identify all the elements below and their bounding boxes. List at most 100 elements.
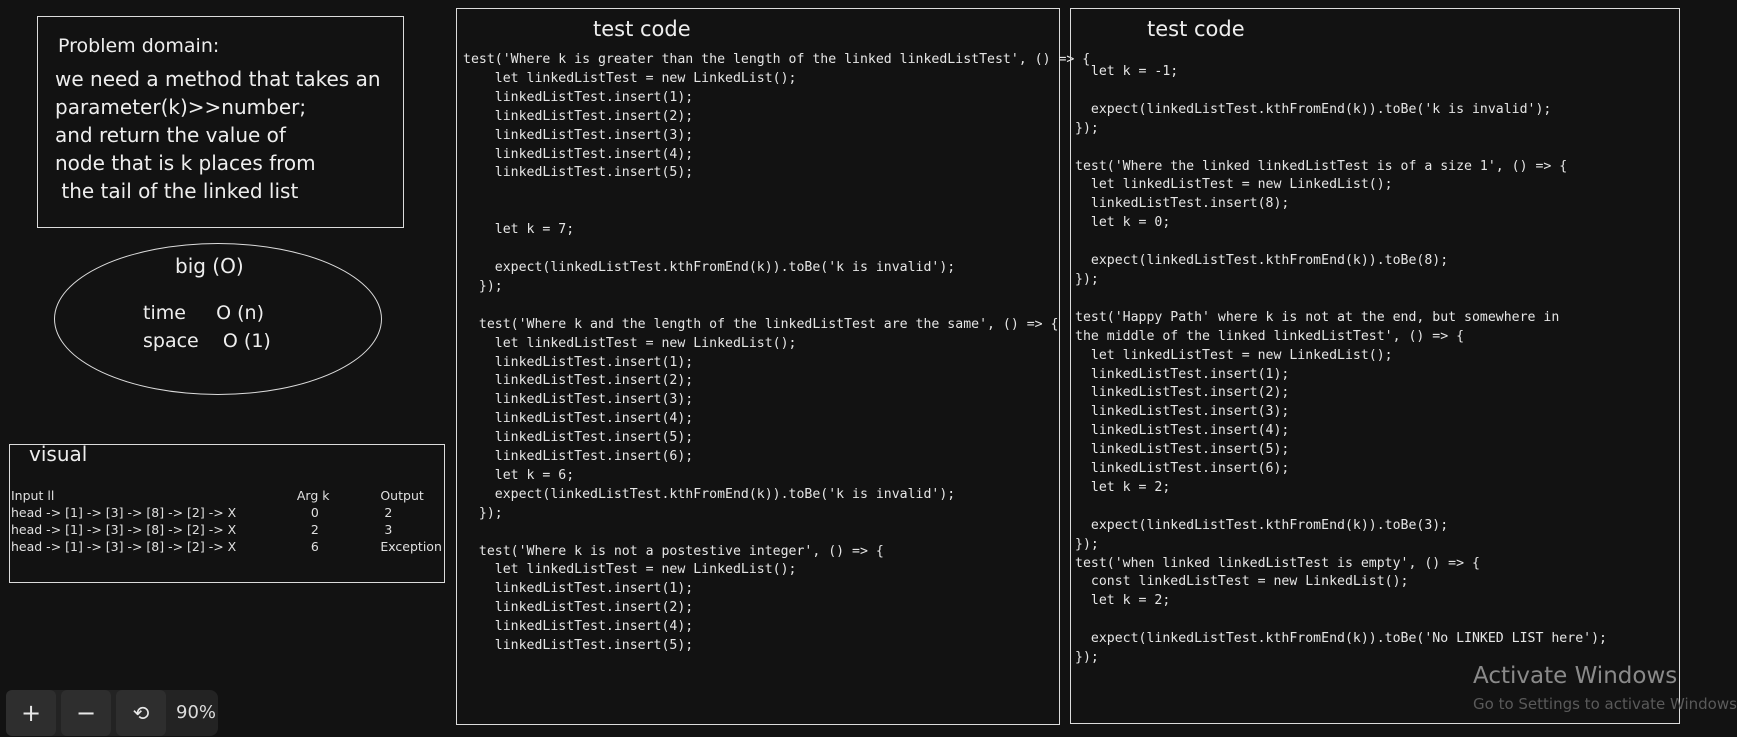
code-line: linkedListTest.insert(1); (463, 581, 694, 597)
code-line: let k = -1; (1075, 64, 1179, 79)
code-block-2: let k = -1; expect(linkedListTest.kthFro… (1075, 63, 1607, 668)
code-line: linkedListTest.insert(4); (463, 411, 694, 427)
code-line: test('when linked linkedListTest is empt… (1075, 555, 1480, 571)
code-line: let k = 2; (1075, 479, 1171, 495)
code-line: test('Where the linked linkedListTest is… (1075, 158, 1568, 174)
code-line: linkedListTest.insert(3); (1075, 404, 1290, 420)
code-line: test('Where k is not a postestive intege… (463, 543, 884, 559)
cell-arg: 2 (310, 522, 319, 537)
code-line: linkedListTest.insert(4); (463, 619, 694, 635)
cell-output: 3 (384, 522, 393, 537)
reset-zoom-button[interactable]: ⟲ (116, 690, 166, 736)
problem-line: the tail of the linked list (55, 179, 299, 203)
big-o-ellipse: big (O) time O (n) space O (1) (54, 243, 382, 395)
problem-domain-title: Problem domain: (58, 35, 220, 57)
table-header-row: Input ll Arg k Output (11, 487, 444, 504)
zoom-in-button[interactable]: + (6, 690, 56, 736)
activate-windows-sub: Go to Settings to activate Windows. (1473, 695, 1737, 713)
code-line: }); (463, 505, 503, 521)
code-line: }); (1075, 536, 1099, 552)
test-code-panel-2: test code let k = -1; expect(linkedListT… (1070, 8, 1680, 724)
cell-output: 2 (384, 505, 393, 520)
code-line: }); (1075, 120, 1099, 136)
code-line: let k = 6; (463, 467, 575, 483)
space-label: space (143, 330, 199, 352)
code-line: linkedListTest.insert(5); (463, 165, 694, 181)
code-line: linkedListTest.insert(2); (463, 108, 694, 124)
visual-box: visual Input ll Arg k Output head -> [1]… (9, 442, 445, 583)
code-line: expect(linkedListTest.kthFromEnd(k)).toB… (1075, 631, 1607, 647)
code-line: expect(linkedListTest.kthFromEnd(k)).toB… (463, 259, 956, 275)
code-line: let k = 0; (1075, 215, 1171, 231)
zoom-out-button[interactable]: − (61, 690, 111, 736)
problem-line: we need a method that takes an (55, 67, 381, 91)
cell-input: head -> [1] -> [3] -> [8] -> [2] -> X (11, 539, 237, 554)
code-line: test('Where k is greater than the length… (463, 52, 1091, 67)
table-row: head -> [1] -> [3] -> [8] -> [2] -> X 6 … (11, 538, 444, 555)
cell-input: head -> [1] -> [3] -> [8] -> [2] -> X (11, 505, 237, 520)
problem-domain-box: Problem domain: we need a method that ta… (37, 16, 404, 228)
code-line: test('Where k and the length of the link… (463, 316, 1059, 332)
cell-output: Exception (380, 539, 442, 554)
code-block-1: test('Where k is greater than the length… (463, 51, 1090, 656)
code-line: linkedListTest.insert(1); (1075, 366, 1290, 382)
code-line: }); (463, 278, 503, 294)
code-line: }); (1075, 271, 1099, 287)
code-line: linkedListTest.insert(6); (1075, 461, 1290, 477)
space-complexity: space O (1) (143, 330, 271, 352)
code-line: const linkedListTest = new LinkedList(); (1075, 574, 1409, 590)
code-line: linkedListTest.insert(5); (463, 638, 694, 654)
reset-icon: ⟲ (132, 701, 150, 725)
code-line: linkedListTest.insert(3); (463, 392, 694, 408)
code-line: linkedListTest.insert(3); (463, 127, 694, 143)
activate-windows-title: Activate Windows (1473, 663, 1678, 689)
code-line: let k = 7; (463, 222, 575, 238)
code-line: let linkedListTest = new LinkedList(); (463, 335, 797, 351)
code-line: linkedListTest.insert(5); (463, 430, 694, 446)
code-line: let linkedListTest = new LinkedList(); (463, 562, 797, 578)
code-line: linkedListTest.insert(1); (463, 354, 694, 370)
problem-line: node that is k places from (55, 151, 316, 175)
code-line: expect(linkedListTest.kthFromEnd(k)).toB… (1075, 101, 1552, 117)
code-line: linkedListTest.insert(1); (463, 89, 694, 105)
problem-line: and return the value of (55, 123, 286, 147)
code-line: expect(linkedListTest.kthFromEnd(k)).toB… (1075, 517, 1449, 533)
panel-1-title: test code (593, 17, 691, 41)
code-line: expect(linkedListTest.kthFromEnd(k)).toB… (1075, 253, 1449, 269)
code-line: let linkedListTest = new LinkedList(); (1075, 177, 1393, 193)
code-line: linkedListTest.insert(5); (1075, 442, 1290, 458)
code-line: linkedListTest.insert(2); (1075, 385, 1290, 401)
minus-icon: − (75, 699, 97, 727)
code-line: linkedListTest.insert(4); (463, 146, 694, 162)
code-line: let k = 2; (1075, 593, 1171, 609)
cell-input: head -> [1] -> [3] -> [8] -> [2] -> X (11, 522, 237, 537)
code-line: linkedListTest.insert(6); (463, 449, 694, 465)
visual-title: visual (29, 442, 88, 466)
header-arg: Arg k (296, 488, 330, 503)
code-line: linkedListTest.insert(4); (1075, 423, 1290, 439)
plus-icon: + (20, 699, 42, 727)
problem-line: parameter(k)>>number; (55, 95, 307, 119)
cell-arg: 6 (310, 539, 319, 554)
code-line: linkedListTest.insert(2); (463, 600, 694, 616)
problem-domain-body: we need a method that takes an parameter… (55, 65, 455, 205)
code-line: linkedListTest.insert(2); (463, 373, 694, 389)
code-line: let linkedListTest = new LinkedList(); (1075, 347, 1393, 363)
table-row: head -> [1] -> [3] -> [8] -> [2] -> X 2 … (11, 521, 444, 538)
cell-arg: 0 (310, 505, 319, 520)
big-o-title: big (O) (175, 254, 244, 278)
time-value: O (n) (216, 302, 265, 324)
header-input: Input ll (11, 488, 55, 503)
space-value: O (1) (222, 330, 271, 352)
header-output: Output (380, 488, 424, 503)
time-complexity: time O (n) (143, 302, 264, 324)
